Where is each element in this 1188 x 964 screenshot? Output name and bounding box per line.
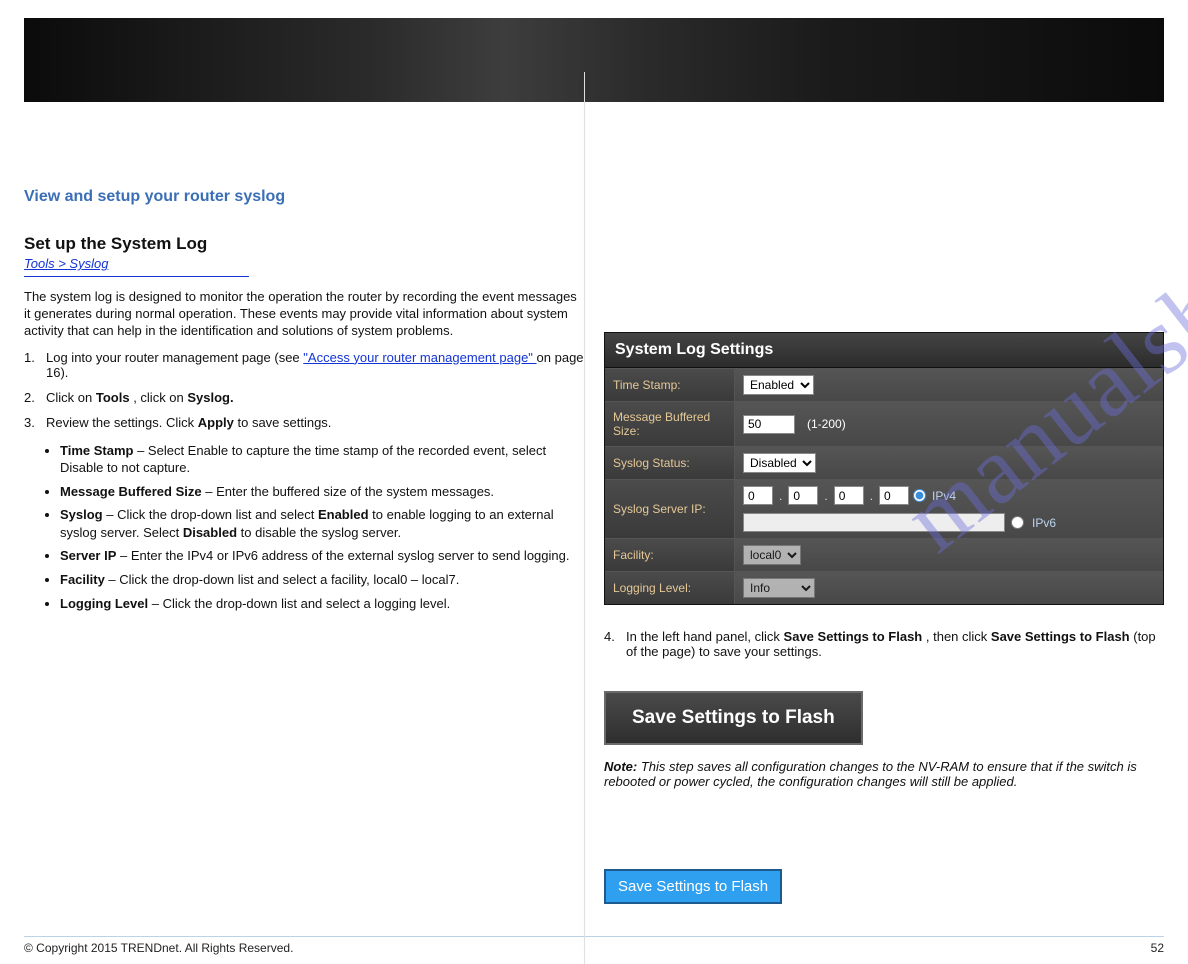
step-bold: Save Settings to Flash — [991, 629, 1130, 644]
bullet-bold: Disabled — [183, 525, 237, 540]
footer: © Copyright 2015 TRENDnet. All Rights Re… — [24, 941, 1164, 955]
row-syslog-status: Syslog Status: Disabled — [605, 446, 1163, 479]
bullet-facility: Facility – Click the drop-down list and … — [60, 571, 584, 589]
ipv6-radio-label: IPv6 — [1032, 516, 1056, 530]
right-column: manualshive.com System Log Settings Time… — [584, 182, 1164, 904]
step-text: to save settings. — [237, 415, 331, 430]
row-time-stamp: Time Stamp: Enabled — [605, 368, 1163, 401]
bullet-text: – Click the drop-down list and select — [106, 507, 318, 522]
dot-icon: . — [868, 489, 875, 503]
dot-icon: . — [777, 489, 784, 503]
row-label: Logging Level: — [605, 572, 735, 604]
ipv4-octet-1[interactable] — [743, 486, 773, 505]
bullet-msg-buf: Message Buffered Size – Enter the buffer… — [60, 483, 584, 501]
row-label: Time Stamp: — [605, 369, 735, 401]
step-text: Click on — [46, 390, 96, 405]
bullet-bold: Server IP — [60, 548, 116, 563]
bullet-bold: Syslog — [60, 507, 103, 522]
step-1: 1. Log into your router management page … — [24, 350, 584, 380]
step-2: 2. Click on Tools , click on Syslog. — [24, 390, 584, 405]
ipv4-radio[interactable] — [913, 489, 926, 502]
bullet-bold: Logging Level — [60, 596, 148, 611]
facility-select[interactable]: local0 — [743, 545, 801, 565]
bullet-bold: Time Stamp — [60, 443, 133, 458]
msg-buf-input[interactable] — [743, 415, 795, 434]
bullet-bold: Enabled — [318, 507, 369, 522]
step-text: In the left hand panel, click — [626, 629, 784, 644]
bullet-text: – Select Enable to capture the time stam… — [60, 443, 546, 476]
bullet-bold: Message Buffered Size — [60, 484, 202, 499]
bullet-server-ip: Server IP – Enter the IPv4 or IPv6 addre… — [60, 547, 584, 565]
time-stamp-select[interactable]: Enabled — [743, 375, 814, 395]
subsection-heading: Set up the System Log — [24, 234, 207, 253]
step-number: 2. — [24, 390, 46, 405]
row-logging-level: Logging Level: Info — [605, 571, 1163, 604]
bullet-text: – Enter the buffered size of the system … — [205, 484, 494, 499]
step-text: Review the settings. Click — [46, 415, 198, 430]
step-bold: Tools — [96, 390, 130, 405]
row-label: Syslog Server IP: — [605, 480, 735, 538]
bullet-text: to disable the syslog server. — [241, 525, 401, 540]
bullet-time-stamp: Time Stamp – Select Enable to capture th… — [60, 442, 584, 477]
ipv4-octet-4[interactable] — [879, 486, 909, 505]
column-divider — [584, 72, 585, 964]
panel-title: System Log Settings — [605, 333, 1163, 368]
page-number: 52 — [1151, 941, 1164, 955]
row-label: Message Buffered Size: — [605, 402, 735, 446]
ipv4-radio-label: IPv4 — [932, 489, 956, 503]
row-label: Facility: — [605, 539, 735, 571]
note: Note: This step saves all configuration … — [604, 759, 1164, 789]
step-number: 3. — [24, 415, 46, 430]
logging-level-select[interactable]: Info — [743, 578, 815, 598]
heading-underline — [24, 273, 249, 277]
save-settings-dark-button[interactable]: Save Settings to Flash — [604, 691, 863, 745]
save-settings-blue-button[interactable]: Save Settings to Flash — [604, 869, 782, 904]
step-number: 4. — [604, 629, 626, 659]
msg-buf-hint: (1-200) — [807, 417, 846, 431]
row-msg-buf: Message Buffered Size: (1-200) — [605, 401, 1163, 446]
step-bold: Apply — [198, 415, 234, 430]
intro-paragraph: The system log is designed to monitor th… — [24, 289, 584, 340]
step-bold: Syslog. — [187, 390, 233, 405]
bullet-logging-level: Logging Level – Click the drop-down list… — [60, 595, 584, 613]
nav-path-link[interactable]: Tools > Syslog — [24, 256, 108, 271]
step-4: 4. In the left hand panel, click Save Se… — [604, 629, 1164, 659]
bullet-text: – Click the drop-down list and select a … — [152, 596, 450, 611]
step-text: Log into your router management page (se… — [46, 350, 300, 365]
step-text: , click on — [133, 390, 187, 405]
row-label: Syslog Status: — [605, 447, 735, 479]
section-heading: View and setup your router syslog — [24, 188, 584, 206]
top-banner — [24, 18, 1164, 102]
bullet-syslog: Syslog – Click the drop-down list and se… — [60, 506, 584, 541]
note-text: This step saves all configuration change… — [604, 759, 1137, 789]
copyright-text: © Copyright 2015 TRENDnet. All Rights Re… — [24, 941, 293, 955]
step-bold: Save Settings to Flash — [784, 629, 923, 644]
bullet-bold: Facility — [60, 572, 105, 587]
system-log-settings-panel: System Log Settings Time Stamp: Enabled … — [604, 332, 1164, 605]
step-3: 3. Review the settings. Click Apply to s… — [24, 415, 584, 430]
cross-ref-link[interactable]: "Access your router management page" — [303, 350, 536, 365]
ipv4-octet-3[interactable] — [834, 486, 864, 505]
bullet-text: – Click the drop-down list and select a … — [108, 572, 459, 587]
step-number: 1. — [24, 350, 46, 380]
ipv6-input[interactable] — [743, 513, 1005, 532]
syslog-status-select[interactable]: Disabled — [743, 453, 816, 473]
dot-icon: . — [822, 489, 829, 503]
ipv4-octet-2[interactable] — [788, 486, 818, 505]
ipv6-radio[interactable] — [1011, 516, 1024, 529]
step-text: , then click — [926, 629, 991, 644]
footer-rule — [24, 936, 1164, 937]
row-facility: Facility: local0 — [605, 538, 1163, 571]
note-heading: Note: — [604, 759, 637, 774]
row-server-ip: Syslog Server IP: . . . IPv4 — [605, 479, 1163, 538]
left-column: View and setup your router syslog Set up… — [24, 182, 584, 904]
bullet-text: – Enter the IPv4 or IPv6 address of the … — [120, 548, 569, 563]
